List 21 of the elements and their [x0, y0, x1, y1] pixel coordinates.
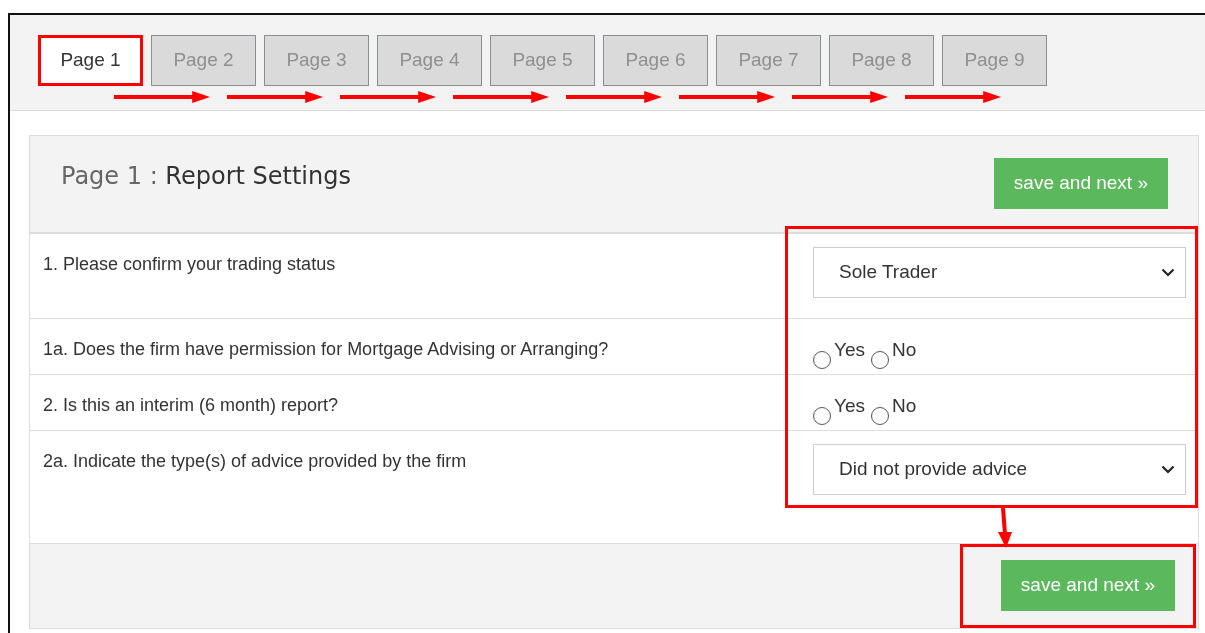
dropdown-field[interactable]: Sole Trader	[813, 247, 1186, 298]
page-tab[interactable]: Page 7	[716, 35, 821, 86]
page-title: Page 1 : Report Settings	[61, 161, 351, 192]
page-tab[interactable]: Page 4	[377, 35, 482, 86]
page-tab[interactable]: Page 5	[490, 35, 595, 86]
save-next-button[interactable]: save and next »	[993, 158, 1168, 209]
question-text: 1a. Does the firm have permission for Mortgage Advising or Arranging?	[42, 338, 610, 361]
question-text: 1. Please confirm your trading status	[42, 253, 337, 276]
page-tab[interactable]: Page 9	[942, 35, 1047, 86]
annotation-arrow	[997, 508, 1013, 548]
question-text: 2a. Indicate the type(s) of advice provided by the firm	[42, 450, 468, 473]
page-tab[interactable]: Page 8	[829, 35, 934, 86]
chevron-down-icon	[1161, 268, 1175, 277]
page-tab[interactable]: Page 6	[603, 35, 708, 86]
question-text: 2. Is this an interim (6 month) report?	[42, 394, 340, 417]
page-tab[interactable]: Page 3	[264, 35, 369, 86]
save-next-button[interactable]: save and next »	[1000, 560, 1175, 611]
dropdown-field[interactable]: Did not provide advice	[813, 444, 1186, 495]
page-tab[interactable]: Page 2	[151, 35, 256, 86]
chevron-down-icon	[1161, 465, 1175, 474]
page-tab[interactable]: Page 1	[38, 35, 143, 86]
